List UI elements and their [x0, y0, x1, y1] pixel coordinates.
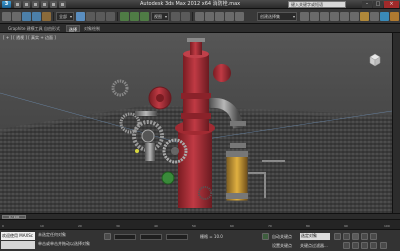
x-coordinate-field[interactable]: [114, 234, 136, 240]
minimize-button[interactable]: –: [362, 1, 372, 8]
maxscript-output[interactable]: [1, 241, 35, 249]
scale-icon[interactable]: [140, 12, 149, 21]
maximize-viewport-icon[interactable]: [380, 242, 387, 249]
link-icon[interactable]: [22, 12, 31, 21]
render-production-icon[interactable]: [390, 12, 399, 21]
perspective-viewport[interactable]: [ + ] [ 透视 ] [ 真实 + 边面 ]: [0, 33, 392, 213]
viewport-label[interactable]: [ + ] [ 透视 ] [ 真实 + 边面 ]: [3, 35, 56, 41]
mirror-icon[interactable]: [300, 12, 309, 21]
grid-spacing: 栅格 = 10.0: [200, 234, 223, 239]
tab-freeform[interactable]: 自由形式: [42, 25, 62, 32]
field-of-view-icon[interactable]: [370, 242, 377, 249]
save-file-icon[interactable]: [32, 1, 39, 8]
maxscript-listener[interactable]: 欢迎使用 MAXSc: [1, 232, 35, 240]
graphite-toggle-icon[interactable]: [330, 12, 339, 21]
go-to-end-icon[interactable]: [370, 233, 377, 240]
selection-status: 未选定任何对象: [38, 232, 66, 237]
prompt-line: 单击或单击并拖动以选择对象: [38, 241, 90, 246]
ruler-tick: 50: [192, 224, 196, 228]
y-coordinate-field[interactable]: [140, 234, 162, 240]
play-icon[interactable]: [352, 233, 359, 240]
ruler-tick: 40: [154, 224, 158, 228]
unlink-icon[interactable]: [32, 12, 41, 21]
pivot-center-icon[interactable]: [171, 12, 180, 21]
key-filters-button[interactable]: 关键点过滤器...: [300, 243, 328, 249]
ruler-tick: 30: [116, 224, 120, 228]
close-button[interactable]: ×: [384, 1, 399, 8]
edit-named-selection-icon[interactable]: [235, 12, 244, 21]
snap-toggle-icon[interactable]: [195, 12, 204, 21]
window-crossing-icon[interactable]: [106, 12, 115, 21]
hydrant-body: [178, 128, 212, 208]
toolbar-divider: [53, 12, 54, 21]
layer-manager-icon[interactable]: [320, 12, 329, 21]
command-panel[interactable]: [392, 33, 400, 213]
maximize-button[interactable]: □: [373, 1, 383, 8]
redo-tool-icon[interactable]: [12, 12, 21, 21]
align-icon[interactable]: [310, 12, 319, 21]
toolbar-divider: [117, 12, 118, 21]
select-manipulate-icon[interactable]: [181, 12, 190, 21]
named-selection-dropdown[interactable]: 创建选择集: [257, 12, 297, 21]
ruler-tick: 90: [344, 224, 348, 228]
orbit-icon[interactable]: [361, 242, 368, 249]
ruler-tick: 0: [2, 224, 4, 228]
project-folder-icon[interactable]: [59, 1, 66, 8]
tab-graphite-modeling[interactable]: Graphite 建模工具: [6, 25, 45, 32]
z-coordinate-field[interactable]: [166, 234, 188, 240]
ruler-tick: 20: [78, 224, 82, 228]
ruler-tick: 80: [306, 224, 310, 228]
rectangle-selection-icon[interactable]: [96, 12, 105, 21]
select-by-name-icon[interactable]: [86, 12, 95, 21]
redo-icon[interactable]: [50, 1, 57, 8]
search-input[interactable]: 键入关键字或短语: [288, 1, 346, 8]
pan-icon[interactable]: [352, 242, 359, 249]
rendered-frame-icon[interactable]: [380, 12, 389, 21]
ruler-tick: 10: [40, 224, 44, 228]
schematic-view-icon[interactable]: [350, 12, 359, 21]
status-bar: 欢迎使用 MAXSc 未选定任何对象 单击或单击并拖动以选择对象 栅格 = 10…: [0, 229, 400, 251]
spinner-snap-icon[interactable]: [225, 12, 234, 21]
go-to-start-icon[interactable]: [334, 233, 341, 240]
angle-snap-icon[interactable]: [205, 12, 214, 21]
title-bar: 3 Autodesk 3ds Max 2012 x64 消防栓.max 键入关键…: [0, 0, 400, 9]
undo-icon[interactable]: [41, 1, 48, 8]
material-editor-icon[interactable]: [360, 12, 369, 21]
window-title: Autodesk 3ds Max 2012 x64 消防栓.max: [140, 1, 241, 7]
curve-editor-icon[interactable]: [340, 12, 349, 21]
move-icon[interactable]: [120, 12, 129, 21]
set-key-button[interactable]: 设置关键点: [272, 243, 292, 249]
set-key-mode-icon[interactable]: [262, 233, 269, 240]
zoom-icon[interactable]: [343, 242, 350, 249]
reference-coordinate-dropdown[interactable]: 视图: [151, 12, 169, 21]
new-file-icon[interactable]: [14, 1, 21, 8]
ruler-tick: 70: [268, 224, 272, 228]
rotate-icon[interactable]: [130, 12, 139, 21]
ruler-tick: 100: [384, 224, 390, 228]
auto-key-button[interactable]: 自动关键点: [272, 234, 292, 240]
tab-selection[interactable]: 选择: [66, 25, 80, 32]
ruler-tick: 60: [230, 224, 234, 228]
track-bar[interactable]: 0 10 20 30 40 50 60 70 80 90 100: [0, 219, 400, 229]
viewcube-icon[interactable]: [367, 52, 383, 68]
selection-filter-dropdown[interactable]: 全部: [56, 12, 74, 21]
bind-space-warp-icon[interactable]: [42, 12, 51, 21]
key-mode-dropdown[interactable]: 选定对象: [300, 233, 330, 240]
tab-object-paint[interactable]: 对象绘制: [82, 25, 102, 32]
toolbar-divider: [192, 12, 193, 21]
percent-snap-icon[interactable]: [215, 12, 224, 21]
ribbon-tabs: Graphite 建模工具 自由形式 选择 对象绘制: [0, 24, 400, 33]
render-setup-icon[interactable]: [370, 12, 379, 21]
previous-frame-icon[interactable]: [343, 233, 350, 240]
lock-selection-icon[interactable]: [104, 233, 111, 240]
app-menu-button[interactable]: 3: [2, 1, 11, 8]
select-object-icon[interactable]: [76, 12, 85, 21]
open-file-icon[interactable]: [23, 1, 30, 8]
scene-render: [0, 38, 392, 213]
next-frame-icon[interactable]: [361, 233, 368, 240]
main-toolbar: 全部 视图 创建选择集: [0, 9, 400, 24]
undo-tool-icon[interactable]: [2, 12, 11, 21]
